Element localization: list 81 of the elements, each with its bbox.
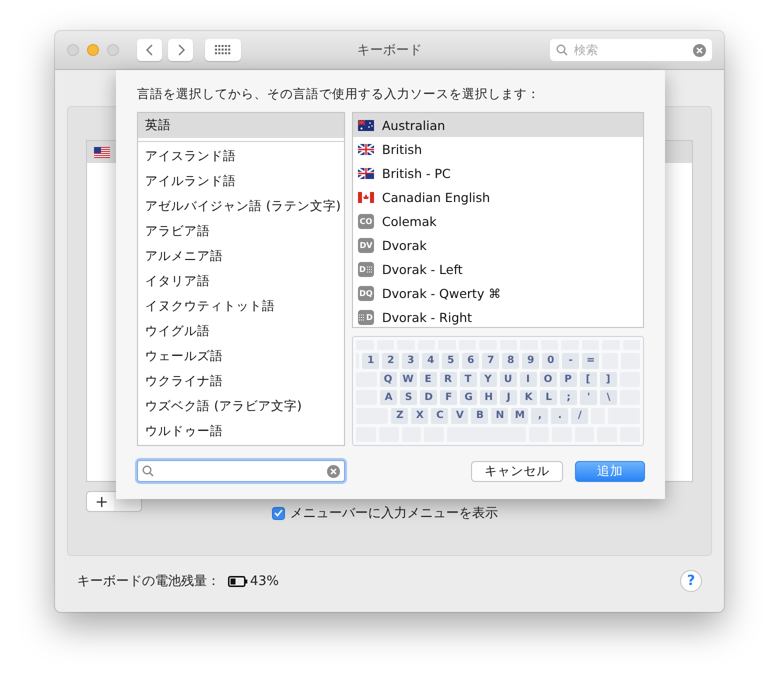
clear-icon[interactable] (693, 44, 706, 56)
forward-button[interactable] (168, 39, 193, 61)
key: G (460, 390, 478, 406)
minimize-button[interactable] (87, 44, 99, 56)
sheet-prompt: 言語を選択してから、その言語で使用する入力ソースを選択します： (137, 86, 541, 103)
flag-icon (94, 146, 110, 158)
key: 7 (482, 353, 500, 369)
key: - (562, 353, 580, 369)
layout-badge-icon: CO (358, 214, 374, 228)
layout-badge-icon: DQ (358, 286, 374, 300)
key: . (551, 408, 568, 424)
key: C (431, 408, 448, 424)
key: H (480, 390, 498, 406)
battery-label: キーボードの電池残量： (77, 573, 220, 590)
key: K (520, 390, 538, 406)
key: B (471, 408, 488, 424)
key: J (500, 390, 518, 406)
key: = (582, 353, 600, 369)
key: 6 (462, 353, 480, 369)
search-input[interactable]: 検索 (572, 42, 689, 58)
layout-badge-icon: DV (358, 238, 374, 252)
key: \ (600, 390, 618, 406)
key: R (440, 372, 456, 387)
key: 3 (402, 353, 420, 369)
key: X (411, 408, 428, 424)
clear-icon[interactable] (327, 464, 340, 478)
key: W (400, 372, 416, 387)
key: 9 (522, 353, 540, 369)
search-icon (142, 465, 154, 477)
key: D (420, 390, 438, 406)
chevron-left-icon (146, 44, 154, 56)
help-button[interactable]: ? (680, 570, 702, 592)
key: 1 (362, 353, 380, 369)
key: 0 (542, 353, 560, 369)
key: Y (480, 372, 496, 387)
flag-icon (358, 144, 374, 154)
battery-icon (228, 576, 248, 586)
chevron-right-icon (176, 44, 184, 56)
key: 2 (382, 353, 400, 369)
key: I (520, 372, 536, 387)
key: L (540, 390, 558, 406)
battery-reading: 43% (250, 574, 279, 588)
layout-badge-icon: D (358, 262, 374, 276)
key: S (400, 390, 418, 406)
key: E (420, 372, 436, 387)
key: P (560, 372, 576, 387)
key: F (440, 390, 458, 406)
show-all-button[interactable] (205, 39, 241, 61)
menu-checkbox[interactable]: メニューバーに入力メニューを表示 (272, 504, 498, 522)
key: 8 (502, 353, 520, 369)
key: ; (560, 390, 578, 406)
key: V (451, 408, 468, 424)
key: 5 (442, 353, 460, 369)
search-icon (556, 44, 568, 56)
key: ' (580, 390, 598, 406)
flag-icon (358, 192, 374, 202)
key: 4 (422, 353, 440, 369)
language-item[interactable]: 英語 (138, 113, 344, 138)
layout-item[interactable]: Australian (353, 113, 643, 137)
language-search-field[interactable] (137, 460, 345, 482)
key: A (380, 390, 398, 406)
flag-icon (358, 120, 374, 130)
key: M (511, 408, 528, 424)
checkmark-icon (274, 509, 283, 517)
key: T (460, 372, 476, 387)
cancel-button[interactable]: キャンセル (471, 460, 563, 482)
key: ] (600, 372, 616, 387)
layout-badge-icon: D (358, 310, 374, 324)
back-button[interactable] (137, 39, 162, 61)
flag-icon (358, 168, 374, 178)
key: [ (580, 372, 596, 387)
key: O (540, 372, 556, 387)
grid-icon (215, 45, 231, 55)
key: / (571, 408, 588, 424)
window-title: キーボード (357, 42, 422, 59)
search-field[interactable]: 検索 (550, 39, 712, 61)
key: U (500, 372, 516, 387)
key: Q (380, 372, 396, 387)
key: Z (391, 408, 408, 424)
key: , (531, 408, 548, 424)
key: N (491, 408, 508, 424)
